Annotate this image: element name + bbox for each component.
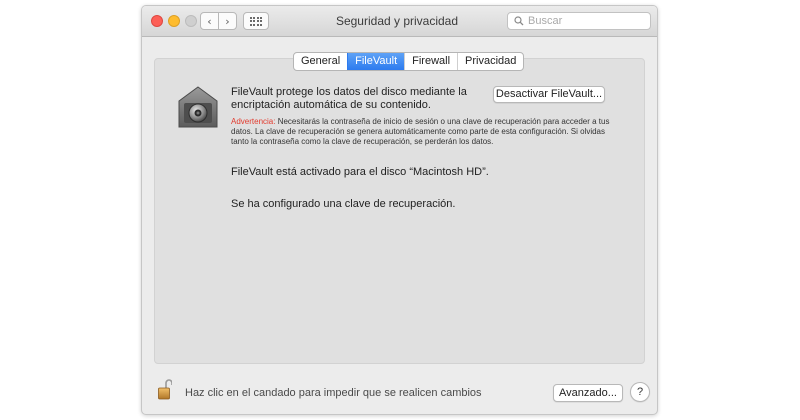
search-input[interactable]: [528, 15, 646, 27]
padlock-open-icon[interactable]: [158, 378, 172, 400]
tab-general[interactable]: General: [294, 53, 347, 70]
close-window-button[interactable]: [151, 15, 163, 27]
disable-filevault-button[interactable]: Desactivar FileVault...: [493, 86, 605, 103]
show-all-button[interactable]: [243, 12, 269, 30]
tab-privacidad[interactable]: Privacidad: [457, 53, 523, 70]
tab-firewall[interactable]: Firewall: [404, 53, 457, 70]
window-title: Seguridad y privacidad: [335, 14, 459, 28]
warning-label: Advertencia:: [231, 117, 276, 126]
minimize-window-button[interactable]: [168, 15, 180, 27]
lock-hint: Haz clic en el candado para impedir que …: [185, 387, 482, 399]
zoom-window-button[interactable]: [185, 15, 197, 27]
search-field[interactable]: [507, 12, 651, 30]
tab-filevault[interactable]: FileVault: [347, 53, 405, 70]
grid-icon: [249, 16, 263, 26]
warning-message: Advertencia: Necesitarás la contraseña d…: [231, 117, 611, 147]
help-button[interactable]: ?: [630, 382, 650, 402]
chevron-left-icon: ‹: [207, 14, 212, 28]
back-button[interactable]: ‹: [200, 12, 219, 30]
search-icon: [514, 16, 524, 26]
forward-button[interactable]: ›: [218, 12, 237, 30]
filevault-safe-icon: [178, 86, 218, 128]
preferences-window: ‹ › Seguridad y privacidad General FileV…: [141, 5, 658, 415]
advanced-button[interactable]: Avanzado...: [553, 384, 623, 402]
warning-text: Necesitarás la contraseña de inicio de s…: [231, 117, 610, 146]
filevault-status: FileVault está activado para el disco “M…: [231, 166, 489, 178]
tab-bar: General FileVault Firewall Privacidad: [293, 52, 525, 71]
filevault-description: FileVault protege los datos del disco me…: [231, 86, 467, 111]
chevron-right-icon: ›: [225, 14, 230, 28]
title-bar: ‹ › Seguridad y privacidad: [142, 6, 657, 37]
recovery-key-status: Se ha configurado una clave de recuperac…: [231, 198, 456, 210]
